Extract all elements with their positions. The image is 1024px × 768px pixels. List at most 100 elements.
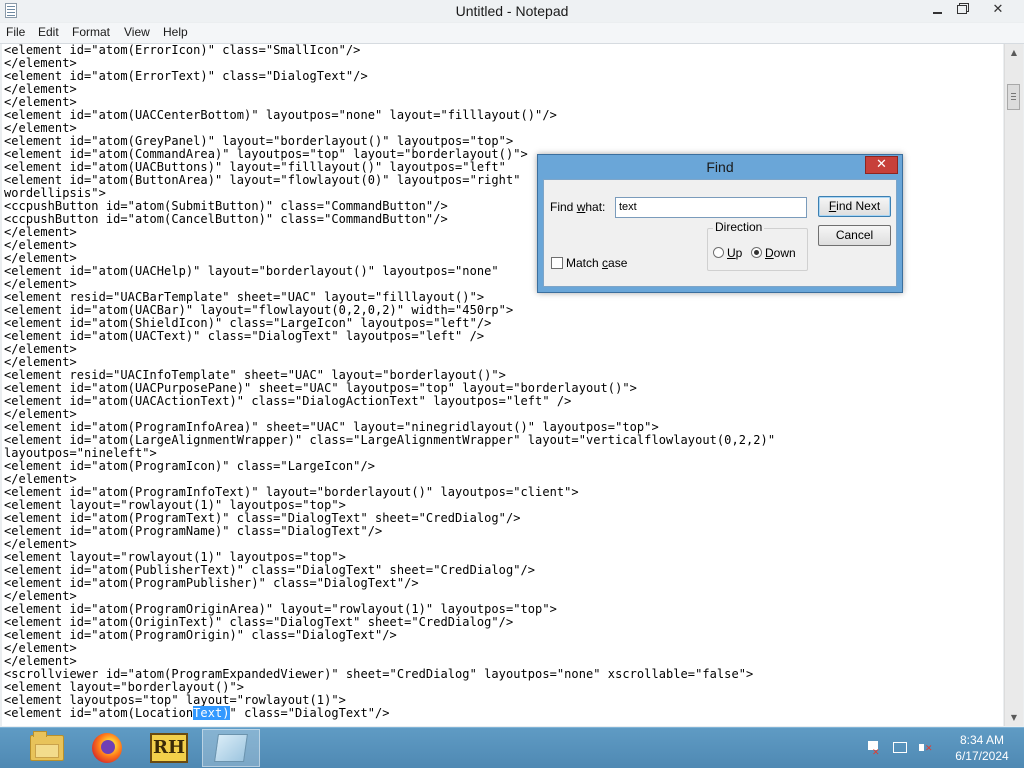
editor-line: <ccpushButton id="atom(SubmitButton)" cl… (4, 199, 448, 213)
editor-line: </element> (4, 537, 77, 551)
editor-line: <element layout="rowlayout(1)" layoutpos… (4, 550, 346, 564)
editor-text[interactable]: <element id="atom(ErrorIcon)" class="Sma… (2, 44, 1003, 720)
editor-line: <element resid="UACInfoTemplate" sheet="… (4, 368, 506, 382)
editor-line: <ccpushButton id="atom(CancelButton)" cl… (4, 212, 448, 226)
editor-line: </element> (4, 472, 77, 486)
vertical-scrollbar[interactable]: ▲ ▼ (1004, 44, 1023, 726)
volume-muted-icon[interactable] (918, 740, 934, 757)
match-case-label[interactable]: Match case (566, 256, 627, 270)
find-dialog: Find ✕ Find what: text Find Next Cancel … (537, 154, 903, 293)
editor-line: <element id="atom(UACPurposePane)" sheet… (4, 381, 637, 395)
taskbar-robohelp[interactable]: RH (140, 729, 198, 767)
editor-line: <element id="atom(ProgramOriginArea)" la… (4, 602, 557, 616)
editor-line: </element> (4, 589, 77, 603)
minimize-button[interactable] (925, 0, 949, 19)
editor-line-prefix: <element id="atom(Location (4, 706, 194, 720)
editor-line: </element> (4, 654, 77, 668)
clock[interactable]: 8:34 AM 6/17/2024 (940, 732, 1024, 764)
window-title: Untitled - Notepad (455, 3, 569, 19)
editor-line: <element id="atom(ProgramInfoText)" layo… (4, 485, 579, 499)
direction-label: Direction (713, 220, 765, 234)
editor-line: <element id="atom(ProgramText)" class="D… (4, 511, 521, 525)
editor-line: </element> (4, 82, 77, 96)
accelerator-key: w (576, 200, 586, 214)
selected-text: Text) (193, 706, 230, 720)
find-what-input[interactable]: text (615, 197, 807, 218)
editor-line: <element id="atom(LargeAlignmentWrapper)… (4, 433, 776, 447)
editor-line: <element resid="UACBarTemplate" sheet="U… (4, 290, 485, 304)
editor-line: <element id="atom(ProgramIcon)" class="L… (4, 459, 376, 473)
editor-line: </element> (4, 225, 77, 239)
editor-line: <element id="atom(UACText)" class="Dialo… (4, 329, 485, 343)
editor-line: <element id="atom(UACBar)" layout="flowl… (4, 303, 514, 317)
editor-line: <element layoutpos="top" layout="rowlayo… (4, 693, 346, 707)
direction-up-radio[interactable] (713, 247, 724, 258)
accelerator-key: U (727, 246, 736, 260)
editor-line-suffix: " class="DialogText"/> (229, 706, 390, 720)
editor-line: <element id="atom(ProgramOrigin)" class=… (4, 628, 397, 642)
direction-down-radio[interactable] (751, 247, 762, 258)
editor-line: <element layout="borderlayout()"> (4, 680, 245, 694)
editor-line: <element id="atom(UACCenterBottom)" layo… (4, 108, 557, 122)
editor-line: </element> (4, 355, 77, 369)
menu-file[interactable]: File (6, 25, 25, 39)
find-close-button[interactable]: ✕ (865, 156, 898, 174)
editor-line: <element id="atom(LocationText)" class="… (4, 706, 390, 720)
editor-line: <element id="atom(UACActionText)" class=… (4, 394, 572, 408)
editor-line: <element id="atom(GreyPanel)" layout="bo… (4, 134, 514, 148)
editor-line: <scrollviewer id="atom(ProgramExpandedVi… (4, 667, 754, 681)
editor-line: </element> (4, 238, 77, 252)
taskbar-firefox[interactable] (78, 729, 136, 767)
minimize-icon (932, 11, 942, 14)
editor-line: <element id="atom(ErrorText)" class="Dia… (4, 69, 368, 83)
editor-line: <element id="atom(CommandArea)" layoutpo… (4, 147, 528, 161)
text-editor[interactable]: <element id="atom(ErrorIcon)" class="Sma… (2, 44, 1003, 726)
taskbar-notepad[interactable] (202, 729, 260, 767)
editor-line: </element> (4, 95, 77, 109)
editor-line: <element id="atom(ButtonArea)" layout="f… (4, 173, 528, 187)
menu-help[interactable]: Help (163, 25, 188, 39)
editor-line: </element> (4, 641, 77, 655)
system-tray: 8:34 AM 6/17/2024 (860, 728, 1024, 768)
editor-line: <element id="atom(UACButtons)" layout="f… (4, 160, 514, 174)
editor-line: </element> (4, 56, 77, 70)
find-what-label: Find what: (550, 200, 606, 214)
editor-line: <element id="atom(ShieldIcon)" class="La… (4, 316, 492, 330)
find-next-button[interactable]: Find Next (818, 196, 891, 217)
file-explorer-icon (30, 731, 64, 761)
clock-time: 8:34 AM (959, 733, 1005, 747)
robohelp-icon: RH (150, 733, 188, 763)
menu-format[interactable]: Format (72, 25, 110, 39)
direction-up-label[interactable]: Up (727, 246, 742, 260)
editor-line: <element id="atom(ProgramInfoArea)" shee… (4, 420, 659, 434)
match-case-checkbox[interactable] (551, 257, 563, 269)
taskbar: RH 8:34 AM 6/17/2024 (0, 727, 1024, 768)
notepad-window: Untitled - Notepad ✕ File Edit Format Vi… (0, 0, 1024, 727)
close-button[interactable]: ✕ (975, 0, 1021, 19)
editor-line: </element> (4, 251, 77, 265)
find-dialog-title: Find (706, 159, 734, 175)
restore-icon (957, 5, 967, 14)
network-icon[interactable] (892, 740, 908, 756)
restore-button[interactable] (950, 0, 974, 19)
direction-down-label[interactable]: Down (765, 246, 796, 260)
editor-line: </element> (4, 277, 77, 291)
editor-line: <element id="atom(UACHelp)" layout="bord… (4, 264, 499, 278)
accelerator-key: F (828, 199, 837, 213)
scroll-down-arrow-icon[interactable]: ▼ (1005, 709, 1023, 726)
editor-line: wordellipsis"> (4, 186, 106, 200)
action-center-flag-icon[interactable] (866, 740, 882, 761)
menu-view[interactable]: View (124, 25, 150, 39)
title-bar[interactable]: Untitled - Notepad ✕ (0, 0, 1024, 22)
editor-line: <element id="atom(PublisherText)" class=… (4, 563, 536, 577)
accelerator-key: D (765, 246, 774, 260)
editor-line: <element layout="rowlayout(1)" layoutpos… (4, 498, 346, 512)
cancel-button[interactable]: Cancel (818, 225, 891, 246)
editor-line: layoutpos="nineleft"> (4, 446, 157, 460)
editor-line: </element> (4, 342, 77, 356)
menu-edit[interactable]: Edit (38, 25, 59, 39)
editor-line: <element id="atom(ProgramPublisher)" cla… (4, 576, 419, 590)
taskbar-file-explorer[interactable] (18, 729, 76, 767)
scroll-up-arrow-icon[interactable]: ▲ (1005, 44, 1023, 61)
scrollbar-thumb[interactable] (1007, 84, 1020, 110)
